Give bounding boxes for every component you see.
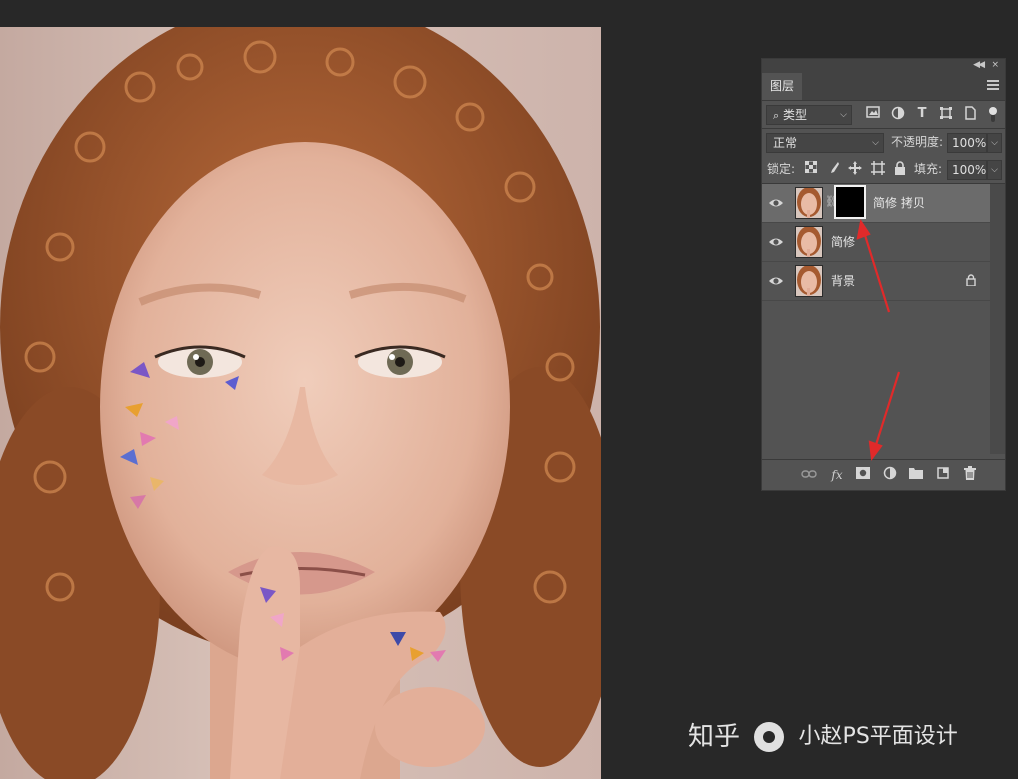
- annotation-arrow: [868, 371, 901, 461]
- wechat-icon: [754, 721, 785, 752]
- watermark-author: 小赵PS平面设计: [798, 723, 958, 749]
- annotation-arrow: [856, 219, 891, 313]
- annotation-overlay: [856, 219, 901, 461]
- watermark-zhihu: 知乎: [688, 721, 741, 752]
- watermark: 知乎 小赵PS平面设计: [688, 718, 958, 754]
